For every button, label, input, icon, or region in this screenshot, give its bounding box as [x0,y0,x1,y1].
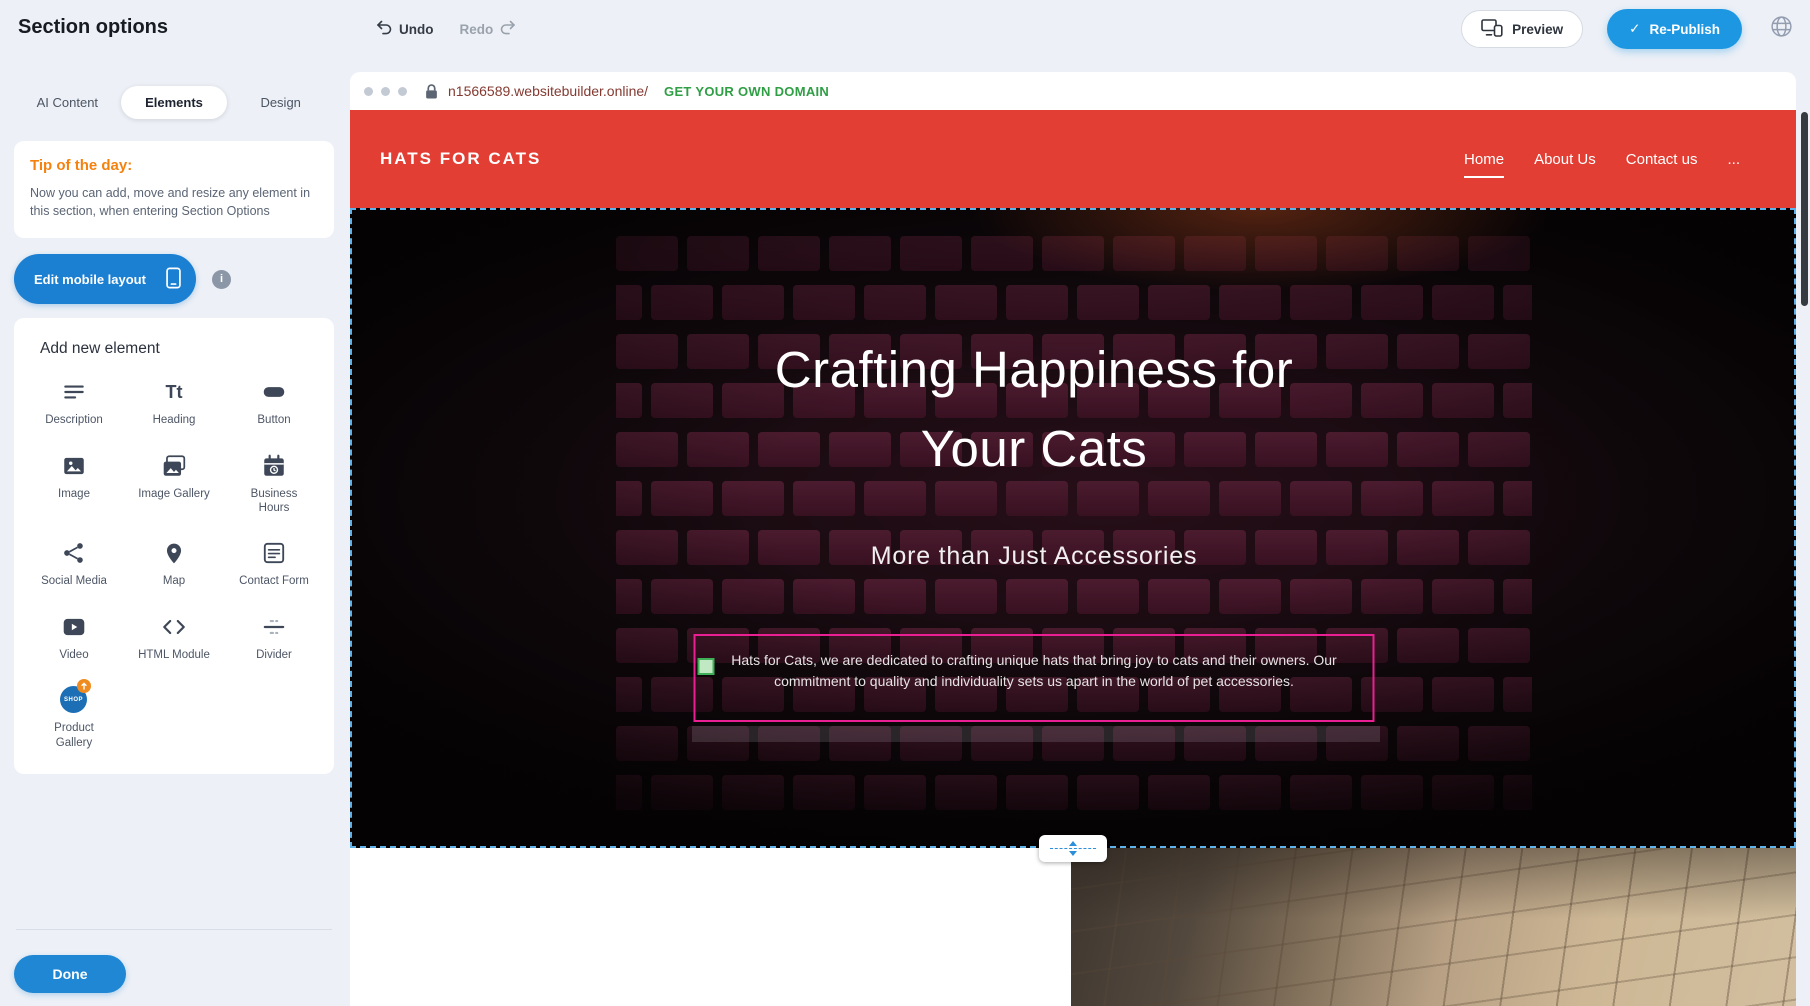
heading-icon: Tt [166,378,183,406]
edit-mobile-row: Edit mobile layout i [14,254,334,304]
preview-button[interactable]: Preview [1461,10,1583,48]
element-product-gallery[interactable]: SHOP Product Gallery [24,686,124,750]
redo-button[interactable]: Redo [460,20,517,38]
edit-mobile-label: Edit mobile layout [34,272,146,287]
nav-contact-us[interactable]: Contact us [1626,151,1698,168]
hero-section-selected[interactable]: Crafting Happiness for Your Cats More th… [350,208,1796,848]
tab-elements[interactable]: Elements [121,86,228,119]
page-title: Section options [18,16,168,39]
pavement-photo [1071,848,1796,1006]
republish-label: Re-Publish [1649,22,1720,37]
button-icon [261,378,287,406]
element-contact-form[interactable]: Contact Form [224,539,324,588]
history-controls: Undo Redo [376,0,516,58]
get-your-own-domain-link[interactable]: GET YOUR OWN DOMAIN [664,84,829,99]
tab-ai-content[interactable]: AI Content [14,86,121,119]
element-html-module[interactable]: HTML Module [124,613,224,662]
undo-label: Undo [399,22,434,37]
globe-icon [1769,14,1794,44]
social-media-icon [61,539,87,567]
preview-label: Preview [1512,22,1563,37]
phone-icon [166,267,181,292]
language-globe-button[interactable] [1766,14,1796,44]
business-hours-icon [261,452,287,480]
nav-about-us[interactable]: About Us [1534,151,1596,168]
nav-more[interactable]: ... [1727,151,1740,168]
selected-text-element[interactable]: Hats for Cats, we are dedicated to craft… [694,634,1375,722]
video-icon [61,613,87,641]
element-grid: Description Tt Heading Button Image Imag… [24,378,324,750]
site-preview-canvas: n1566589.websitebuilder.online/ GET YOUR… [350,72,1796,1006]
site-logo[interactable]: HATS FOR CATS [380,149,541,169]
element-map[interactable]: Map [124,539,224,588]
hero-heading[interactable]: Crafting Happiness for Your Cats [724,330,1344,488]
description-icon [61,378,87,406]
undo-button[interactable]: Undo [376,20,434,38]
edit-mobile-layout-button[interactable]: Edit mobile layout [14,254,196,304]
image-icon [61,452,87,480]
resize-up-icon [1069,841,1077,846]
element-image-gallery[interactable]: Image Gallery [124,452,224,516]
add-new-element-title: Add new element [40,340,324,358]
element-divider[interactable]: Divider [224,613,324,662]
resize-down-icon [1069,851,1077,856]
element-description[interactable]: Description [24,378,124,427]
html-module-icon [161,613,187,641]
topbar: Section options Undo Redo Preview ✓ Re-P… [0,0,1810,58]
nav-home[interactable]: Home [1464,151,1504,168]
next-section-white-area [350,848,1071,1006]
product-gallery-icon: SHOP [60,686,88,714]
contact-form-icon [261,539,287,567]
republish-button[interactable]: ✓ Re-Publish [1607,9,1742,49]
element-image[interactable]: Image [24,452,124,516]
undo-icon [376,20,392,38]
site-url: n1566589.websitebuilder.online/ [448,83,648,99]
section-resize-handle[interactable] [1039,835,1107,862]
tip-title: Tip of the day: [30,157,318,174]
tab-design[interactable]: Design [227,86,334,119]
sidebar-divider [16,929,332,930]
sidebar-tabs: AI Content Elements Design [14,86,334,119]
resize-dash-line [1050,848,1096,849]
check-icon: ✓ [1629,21,1640,37]
element-ghost-strip [692,726,1380,742]
redo-label: Redo [460,22,494,37]
element-video[interactable]: Video [24,613,124,662]
hero-subheading[interactable]: More than Just Accessories [871,542,1198,571]
lock-icon [425,84,438,99]
map-icon [161,539,187,567]
upgrade-badge-icon [77,679,91,693]
element-heading[interactable]: Tt Heading [124,378,224,427]
tip-of-the-day-card: Tip of the day: Now you can add, move an… [14,141,334,238]
site-nav: Home About Us Contact us ... [1464,151,1740,168]
topbar-actions: Preview ✓ Re-Publish [1461,0,1796,58]
tip-body: Now you can add, move and resize any ele… [30,184,318,220]
divider-icon [261,613,287,641]
element-button[interactable]: Button [224,378,324,427]
done-button[interactable]: Done [14,955,126,993]
canvas-scrollbar[interactable] [1801,112,1808,306]
window-dots-icon [364,87,407,96]
image-gallery-icon [161,452,187,480]
next-section-preview [350,848,1796,1006]
hero-paragraph[interactable]: Hats for Cats, we are dedicated to craft… [704,650,1365,692]
element-business-hours[interactable]: Business Hours [224,452,324,516]
hero-content: Crafting Happiness for Your Cats More th… [350,208,1796,848]
devices-icon [1481,19,1503,40]
browser-chrome-bar: n1566589.websitebuilder.online/ GET YOUR… [350,72,1796,110]
element-social-media[interactable]: Social Media [24,539,124,588]
add-new-element-panel: Add new element Description Tt Heading B… [14,318,334,774]
selection-handle[interactable] [698,658,715,675]
redo-icon [500,20,516,38]
site-header: HATS FOR CATS Home About Us Contact us .… [350,110,1796,208]
section-options-sidebar: AI Content Elements Design Tip of the da… [0,58,348,1006]
info-icon[interactable]: i [212,270,231,289]
